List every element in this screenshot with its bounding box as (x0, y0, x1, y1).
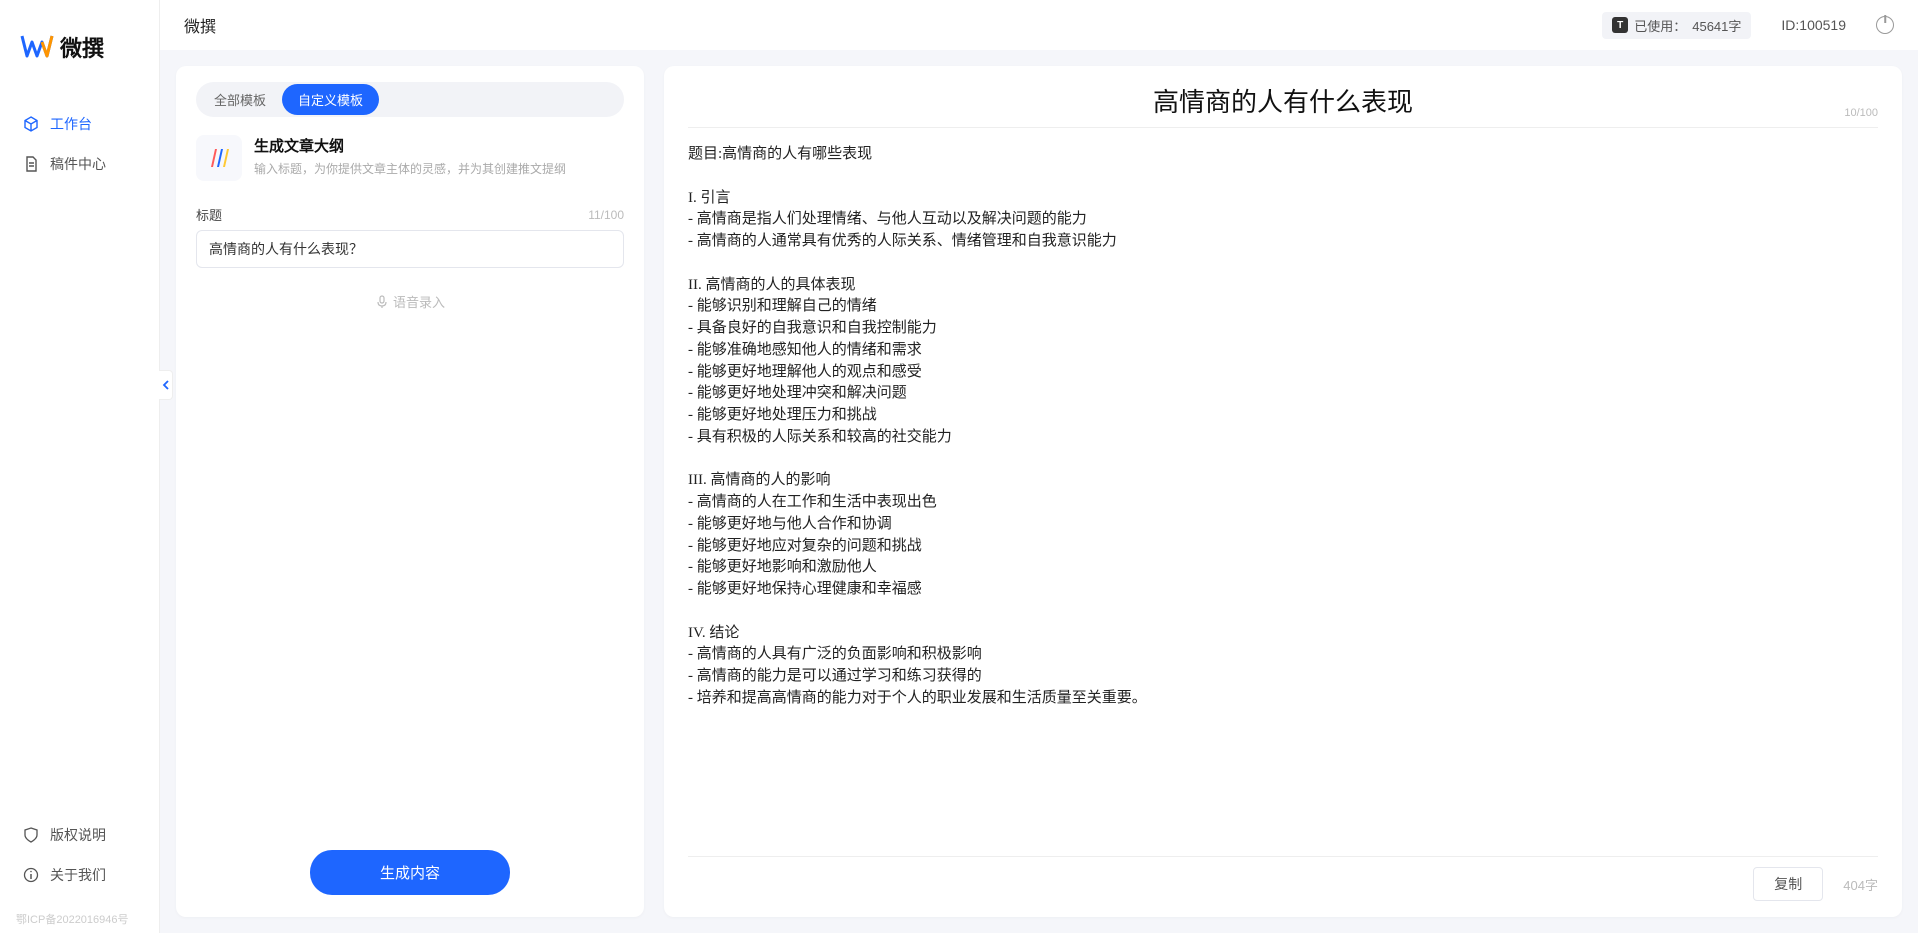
logo-text: 微撰 (60, 31, 104, 63)
template-card[interactable]: 生成文章大纲 输入标题，为你提供文章主体的灵感，并为其创建推文提纲 (196, 135, 624, 181)
input-panel: 全部模板 自定义模板 生成文章大纲 输入标题，为你提供文章主体的灵感，并为其创建… (176, 66, 644, 917)
tab-all-templates[interactable]: 全部模板 (198, 84, 282, 115)
icp-text: 鄂ICP备2022016946号 (0, 905, 159, 933)
sidebar: 微撰 工作台 稿件中心 版权说明 (0, 0, 160, 933)
sidebar-item-about[interactable]: 关于我们 (10, 855, 149, 895)
document-icon (22, 155, 40, 173)
title-input[interactable] (196, 230, 624, 268)
template-icon (196, 135, 242, 181)
voice-input-label: 语音录入 (393, 292, 445, 311)
field-label: 标题 (196, 205, 222, 224)
power-button[interactable] (1876, 16, 1894, 34)
cube-icon (22, 115, 40, 133)
sidebar-item-label: 稿件中心 (50, 154, 106, 174)
template-tabs: 全部模板 自定义模板 (196, 82, 624, 117)
chevron-left-icon (162, 380, 170, 390)
sidebar-item-label: 版权说明 (50, 825, 106, 845)
user-id: ID:100519 (1781, 17, 1846, 33)
output-title-counter: 10/100 (1844, 107, 1878, 119)
output-body[interactable]: 题目:高情商的人有哪些表现 I. 引言 - 高情商是指人们处理情绪、与他人互动以… (688, 144, 1878, 856)
sidebar-bottom: 版权说明 关于我们 (0, 815, 159, 905)
page-title: 微撰 (184, 13, 216, 37)
sidebar-item-label: 工作台 (50, 114, 92, 134)
output-title[interactable]: 高情商的人有什么表现 (688, 82, 1878, 119)
logo[interactable]: 微撰 (0, 30, 159, 104)
divider (688, 127, 1878, 128)
output-footer: 复制 404字 (688, 856, 1878, 901)
sidebar-item-label: 关于我们 (50, 865, 106, 885)
shield-icon (22, 826, 40, 844)
template-title: 生成文章大纲 (254, 135, 566, 156)
copy-button[interactable]: 复制 (1753, 867, 1823, 901)
output-char-count: 404字 (1843, 875, 1878, 894)
sidebar-nav: 工作台 稿件中心 (0, 104, 159, 815)
usage-badge[interactable]: T 已使用： 45641字 (1602, 12, 1751, 39)
logo-icon (20, 30, 54, 64)
topbar: 微撰 T 已使用： 45641字 ID:100519 (160, 0, 1918, 50)
voice-input-button[interactable]: 语音录入 (196, 292, 624, 311)
text-icon: T (1612, 17, 1628, 33)
sidebar-item-copyright[interactable]: 版权说明 (10, 815, 149, 855)
output-panel: 高情商的人有什么表现 10/100 题目:高情商的人有哪些表现 I. 引言 - … (664, 66, 1902, 917)
usage-value: 45641字 (1692, 16, 1741, 35)
template-description: 输入标题，为你提供文章主体的灵感，并为其创建推文提纲 (254, 160, 566, 177)
sidebar-collapse-button[interactable] (159, 370, 173, 400)
sidebar-item-workbench[interactable]: 工作台 (10, 104, 149, 144)
generate-button[interactable]: 生成内容 (310, 850, 510, 895)
usage-prefix: 已使用： (1634, 16, 1686, 35)
microphone-icon (375, 295, 389, 309)
sidebar-item-drafts[interactable]: 稿件中心 (10, 144, 149, 184)
info-icon (22, 866, 40, 884)
tab-custom-templates[interactable]: 自定义模板 (282, 84, 379, 115)
field-counter: 11/100 (588, 208, 624, 222)
